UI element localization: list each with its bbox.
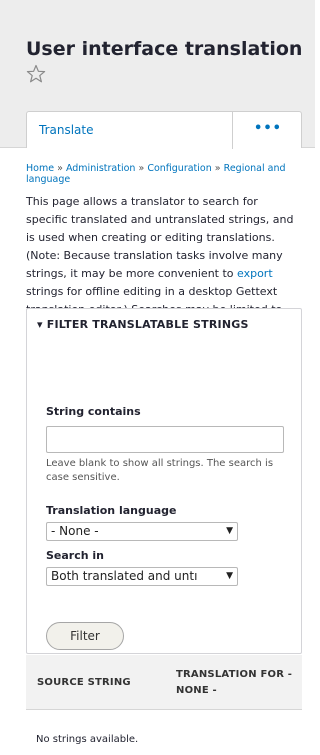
filter-legend-label: FILTER TRANSLATABLE STRINGS bbox=[46, 318, 249, 331]
search-in-label: Search in bbox=[46, 549, 105, 562]
search-in-select[interactable]: Both translated and untı ▼ bbox=[46, 567, 238, 586]
breadcrumb: Home » Administration » Configuration » … bbox=[26, 163, 294, 185]
table-header: SOURCE STRING TRANSLATION FOR - NONE - bbox=[26, 655, 302, 710]
star-icon[interactable] bbox=[26, 64, 46, 84]
breadcrumb-configuration[interactable]: Configuration bbox=[147, 163, 211, 174]
translation-language-select[interactable]: - None - ▼ bbox=[46, 522, 238, 541]
breadcrumb-home[interactable]: Home bbox=[26, 163, 54, 174]
column-translation: TRANSLATION FOR - NONE - bbox=[176, 669, 293, 696]
dropdown-arrow-icon: ▼ bbox=[226, 526, 233, 536]
filter-legend-toggle[interactable]: ▾ FILTER TRANSLATABLE STRINGS bbox=[37, 318, 249, 331]
more-tabs-button[interactable]: ••• bbox=[233, 112, 303, 149]
filter-button[interactable]: Filter bbox=[46, 622, 124, 650]
translation-language-label: Translation language bbox=[46, 504, 177, 517]
string-contains-input[interactable] bbox=[46, 426, 284, 453]
empty-table-message: No strings available. bbox=[36, 734, 139, 745]
string-contains-label: String contains bbox=[46, 405, 141, 418]
dropdown-arrow-icon: ▼ bbox=[226, 571, 233, 581]
breadcrumb-separator: » bbox=[214, 163, 221, 174]
search-in-value: Both translated and untı bbox=[51, 569, 198, 583]
translation-language-value: - None - bbox=[51, 524, 99, 538]
tabs: Translate ••• bbox=[26, 111, 303, 149]
breadcrumb-administration[interactable]: Administration bbox=[66, 163, 136, 174]
breadcrumb-separator: » bbox=[138, 163, 145, 174]
filter-fieldset: ▾ FILTER TRANSLATABLE STRINGS String con… bbox=[26, 308, 302, 654]
export-link[interactable]: export bbox=[237, 267, 273, 280]
string-contains-help: Leave blank to show all strings. The sea… bbox=[46, 458, 274, 483]
page-header: User interface translation Translate ••• bbox=[0, 0, 315, 149]
breadcrumb-separator: » bbox=[57, 163, 63, 174]
tab-translate[interactable]: Translate bbox=[27, 112, 233, 149]
page-title: User interface translation bbox=[26, 38, 303, 60]
column-source-string: SOURCE STRING bbox=[37, 677, 131, 688]
